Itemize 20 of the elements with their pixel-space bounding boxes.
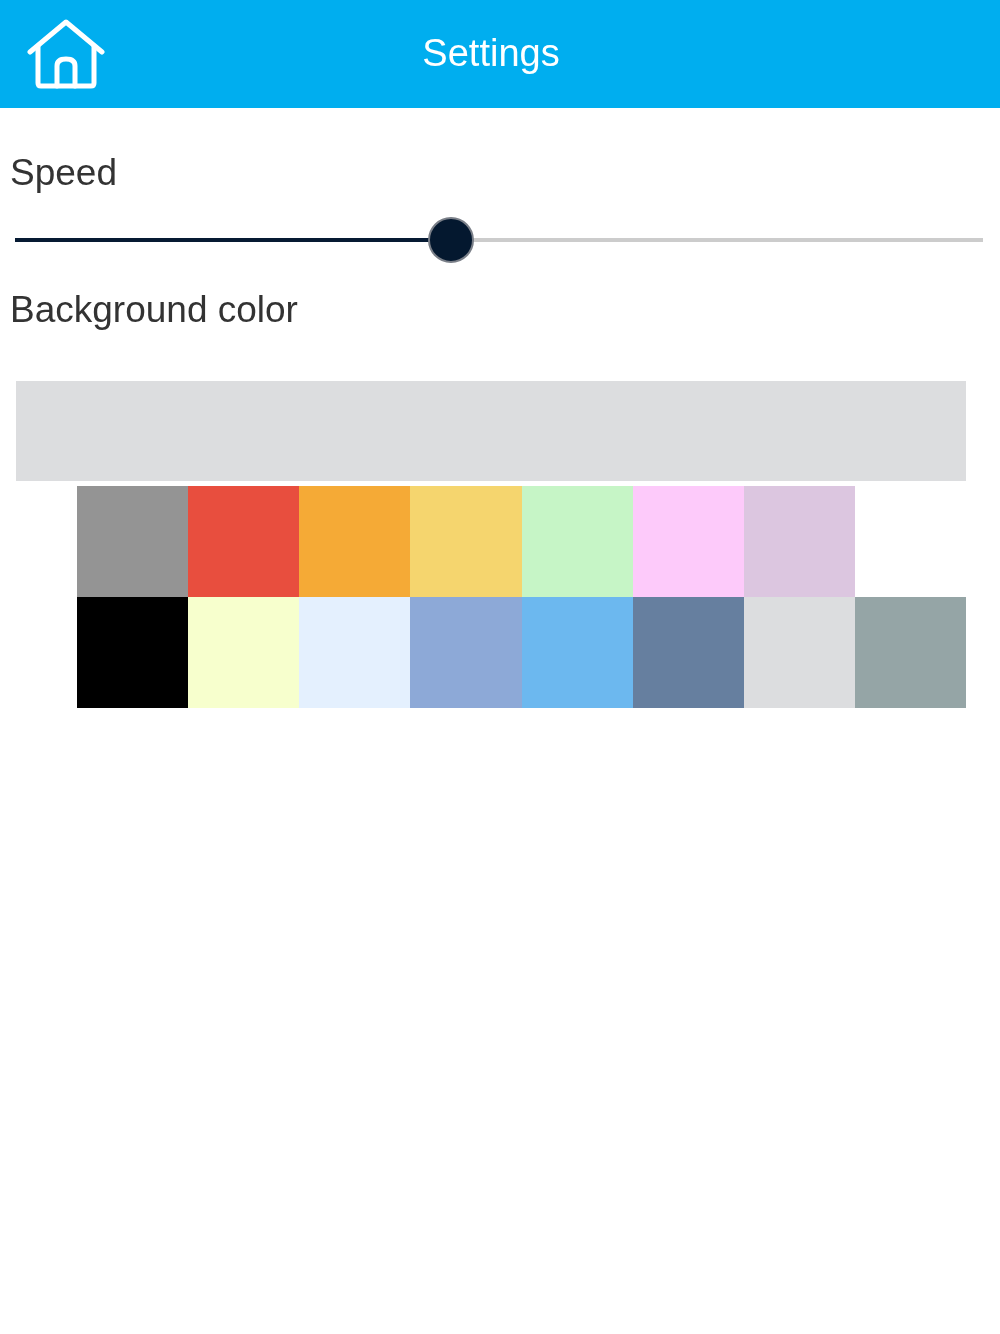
color-swatch[interactable] — [410, 597, 522, 709]
color-swatch[interactable] — [299, 486, 411, 598]
speed-slider-track[interactable] — [15, 216, 983, 263]
color-swatch[interactable] — [632, 597, 744, 709]
color-swatch[interactable] — [410, 486, 522, 598]
color-swatch[interactable] — [854, 597, 966, 709]
color-swatch[interactable] — [77, 486, 189, 598]
color-swatch[interactable] — [299, 597, 411, 709]
color-swatch[interactable] — [521, 597, 633, 709]
color-swatch[interactable] — [188, 597, 300, 709]
speed-label: Speed — [10, 152, 117, 195]
color-swatch[interactable] — [188, 486, 300, 598]
color-swatch[interactable] — [743, 486, 855, 598]
color-swatch[interactable] — [632, 486, 744, 598]
page-title: Settings — [422, 32, 560, 76]
color-swatch[interactable] — [77, 597, 189, 709]
home-icon[interactable] — [27, 19, 105, 89]
color-swatch[interactable] — [521, 486, 633, 598]
background-color-label: Background color — [10, 288, 298, 332]
color-swatch[interactable] — [743, 597, 855, 709]
